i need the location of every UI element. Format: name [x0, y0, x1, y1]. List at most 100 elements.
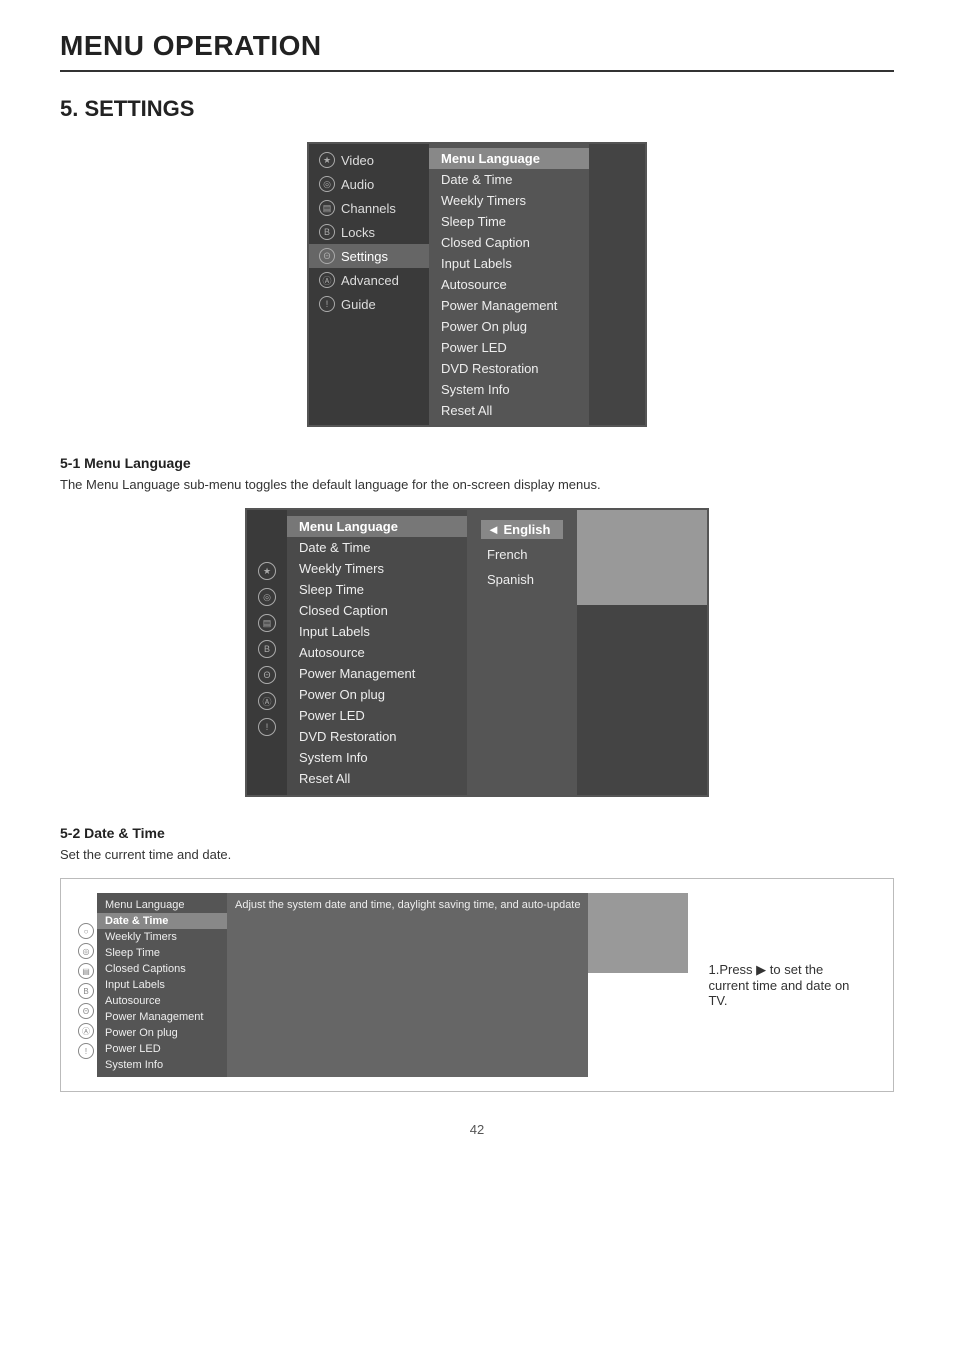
lang-menu-mid-item: Power LED — [287, 705, 467, 726]
date-time-tv-image — [588, 893, 688, 973]
tv-menu-lang-mid: Menu LanguageDate & TimeWeekly TimersSle… — [287, 510, 467, 795]
lang-menu-mid-item: Reset All — [287, 768, 467, 789]
date-time-icon: ○ — [78, 923, 94, 939]
date-time-icon: ! — [78, 1043, 94, 1059]
date-time-menu-item: Power Management — [97, 1009, 227, 1025]
date-time-menu-item: System Info — [97, 1057, 227, 1073]
tv-menu-lang-icons: ★◎▤BΘⒶ! — [247, 510, 287, 795]
main-menu-right-item: System Info — [429, 379, 589, 400]
date-time-instruction: 1.Press ▶ to set the current time and da… — [688, 893, 879, 1077]
date-time-menu-item: Sleep Time — [97, 945, 227, 961]
lang-menu-mid-item: Date & Time — [287, 537, 467, 558]
menu-label: Guide — [341, 297, 376, 312]
page-number: 42 — [60, 1122, 894, 1137]
date-time-icon: B — [78, 983, 94, 999]
lang-option: Spanish — [481, 570, 563, 589]
main-menu-right-item: Reset All — [429, 400, 589, 421]
date-time-icons: ○ ◎ ▤ BΘ Ⓐ! — [75, 893, 97, 1077]
menu-icon: ! — [319, 296, 335, 312]
date-time-menu-item: Power LED — [97, 1041, 227, 1057]
main-menu-left-item: B Locks — [309, 220, 429, 244]
page-title: MENU OPERATION — [60, 30, 894, 72]
main-menu-right-item: Weekly Timers — [429, 190, 589, 211]
section-heading: 5. SETTINGS — [60, 96, 894, 122]
date-time-menu-item: Autosource — [97, 993, 227, 1009]
menu-label: Audio — [341, 177, 374, 192]
menu-icon: B — [319, 224, 335, 240]
subsection-51-desc: The Menu Language sub-menu toggles the d… — [60, 477, 894, 492]
lang-menu-mid-item: Closed Caption — [287, 600, 467, 621]
main-menu-right-item: DVD Restoration — [429, 358, 589, 379]
main-menu-right-item: Power On plug — [429, 316, 589, 337]
tv-menu-lang: ★◎▤BΘⒶ! Menu LanguageDate & TimeWeekly T… — [245, 508, 709, 797]
main-menu-left-item: Θ Settings — [309, 244, 429, 268]
tv-menu-right: Menu LanguageDate & TimeWeekly TimersSle… — [429, 144, 589, 425]
menu-label: Locks — [341, 225, 375, 240]
subsection-51-heading: 5-1 Menu Language — [60, 455, 894, 471]
menu-icon: ▤ — [319, 200, 335, 216]
date-time-icon: ◎ — [78, 943, 94, 959]
lang-menu-icon: ▤ — [258, 614, 276, 632]
lang-menu-icon: Θ — [258, 666, 276, 684]
subsection-51: 5-1 Menu Language The Menu Language sub-… — [60, 455, 894, 492]
date-time-menu-item: Menu Language — [97, 897, 227, 913]
lang-option: French — [481, 545, 563, 564]
lang-menu-mid-item: System Info — [287, 747, 467, 768]
date-time-icon: ▤ — [78, 963, 94, 979]
date-time-menu-block: ○ ◎ ▤ BΘ Ⓐ! Menu LanguageDate & TimeWeekly T… — [75, 893, 688, 1077]
menu-label: Advanced — [341, 273, 399, 288]
tv-menu-lang-right: ◄ English French Spanish — [467, 510, 577, 795]
subsection-52-heading: 5-2 Date & Time — [60, 825, 894, 841]
menu-icon: Θ — [319, 248, 335, 264]
lang-menu-icon: ★ — [258, 562, 276, 580]
main-menu-left-item: ! Guide — [309, 292, 429, 316]
main-menu-right-item: Power LED — [429, 337, 589, 358]
date-time-menu-mid: Adjust the system date and time, dayligh… — [227, 893, 588, 1077]
lang-menu-icon: ! — [258, 718, 276, 736]
lang-menu-mid-item: Menu Language — [287, 516, 467, 537]
lang-menu-mid-item: Weekly Timers — [287, 558, 467, 579]
lang-menu-mid-item: Power Management — [287, 663, 467, 684]
main-menu-left-item: ▤ Channels — [309, 196, 429, 220]
tv-menu-left: ★ Video ◎ Audio ▤ Channels B Locks Θ Settings Ⓐ Adv… — [309, 144, 429, 425]
menu-icon: ◎ — [319, 176, 335, 192]
main-menu-screenshot: ★ Video ◎ Audio ▤ Channels B Locks Θ Settings Ⓐ Adv… — [60, 142, 894, 427]
main-menu-right-item: Menu Language — [429, 148, 589, 169]
main-menu-left-item: ★ Video — [309, 148, 429, 172]
date-time-menu-left: Menu LanguageDate & TimeWeekly TimersSle… — [97, 893, 227, 1077]
tv-image-lang — [577, 510, 707, 605]
main-menu-right-item: Input Labels — [429, 253, 589, 274]
date-time-icon: Ⓐ — [78, 1023, 94, 1039]
lang-option: ◄ English — [481, 520, 563, 539]
main-menu-right-item: Date & Time — [429, 169, 589, 190]
date-time-menu-item: Closed Captions — [97, 961, 227, 977]
date-time-menu-item: Power On plug — [97, 1025, 227, 1041]
main-menu-right-item: Power Management — [429, 295, 589, 316]
main-menu-right-item: Autosource — [429, 274, 589, 295]
date-time-screenshot: ○ ◎ ▤ BΘ Ⓐ! Menu LanguageDate & TimeWeekly T… — [60, 878, 894, 1092]
main-menu-right-item: Sleep Time — [429, 211, 589, 232]
subsection-52-desc: Set the current time and date. — [60, 847, 894, 862]
lang-menu-icon: ◎ — [258, 588, 276, 606]
menu-icon: ★ — [319, 152, 335, 168]
lang-menu-mid-item: Power On plug — [287, 684, 467, 705]
menu-label: Channels — [341, 201, 396, 216]
date-time-menu-item: Weekly Timers — [97, 929, 227, 945]
main-menu-left-item: Ⓐ Advanced — [309, 268, 429, 292]
lang-menu-mid-item: Input Labels — [287, 621, 467, 642]
menu-label: Settings — [341, 249, 388, 264]
date-time-menu-item: Date & Time — [97, 913, 227, 929]
subsection-52: 5-2 Date & Time Set the current time and… — [60, 825, 894, 862]
date-time-menu-item: Input Labels — [97, 977, 227, 993]
main-menu-left-item: ◎ Audio — [309, 172, 429, 196]
lang-menu-mid-item: DVD Restoration — [287, 726, 467, 747]
date-time-icon: Θ — [78, 1003, 94, 1019]
lang-menu-icon: B — [258, 640, 276, 658]
menu-label: Video — [341, 153, 374, 168]
lang-menu-mid-item: Autosource — [287, 642, 467, 663]
main-menu-right-item: Closed Caption — [429, 232, 589, 253]
lang-menu-mid-item: Sleep Time — [287, 579, 467, 600]
menu-icon: Ⓐ — [319, 272, 335, 288]
lang-menu-screenshot: ★◎▤BΘⒶ! Menu LanguageDate & TimeWeekly T… — [60, 508, 894, 797]
date-time-instruction-text: 1.Press ▶ to set the current time and da… — [708, 962, 859, 1008]
